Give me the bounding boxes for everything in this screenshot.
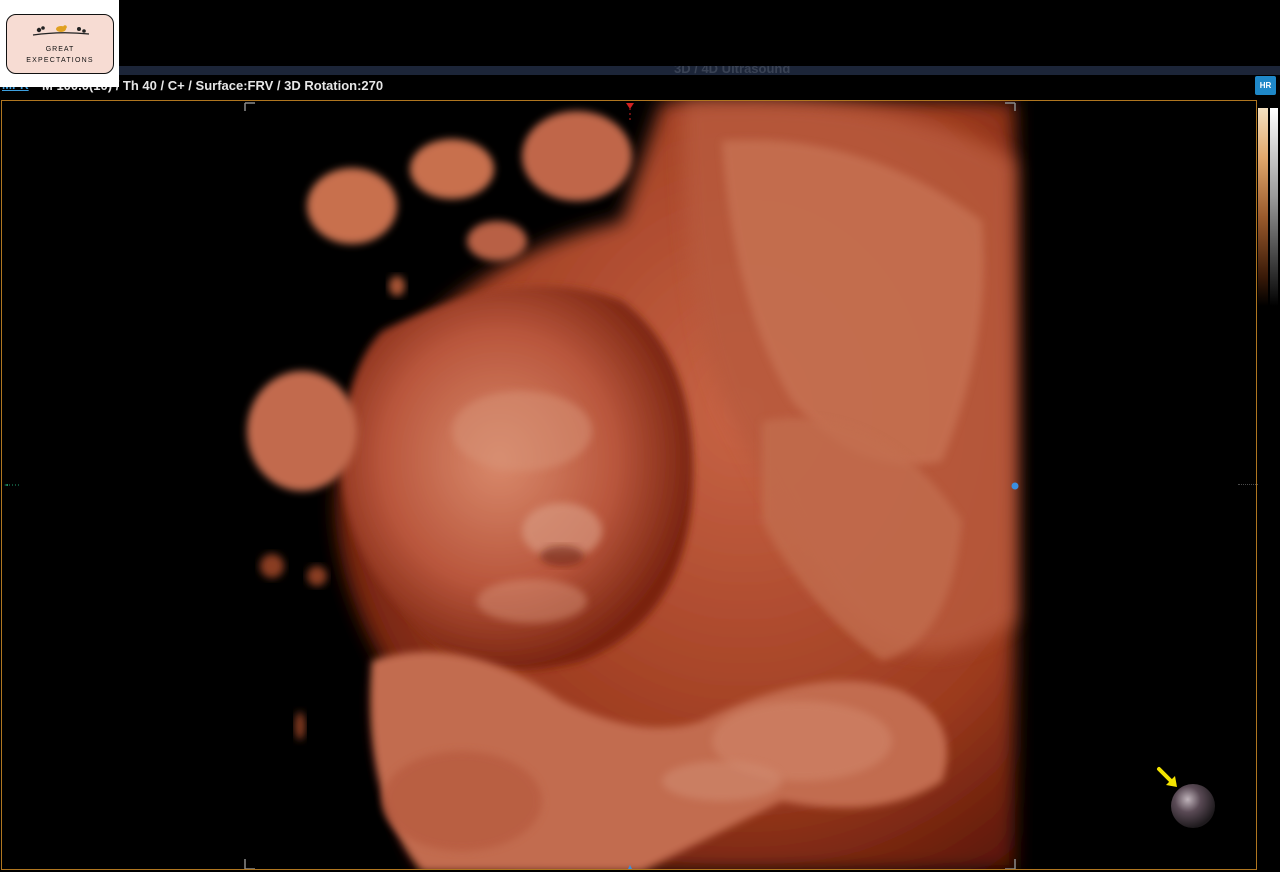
logo-badge: GREAT EXPECTATIONS (6, 14, 114, 74)
hr-zoom-button[interactable]: HR (1255, 76, 1276, 95)
logo-text-line1: GREAT (45, 46, 75, 53)
fetal-3d-render (244, 101, 1019, 869)
logo-text-line2: EXPECTATIONS (26, 57, 94, 64)
info-bar: MPR M 100.0(10) / Th 40 / C+ / Surface:F… (0, 78, 1250, 96)
orientation-sphere-icon[interactable] (1155, 765, 1219, 831)
branch-bird-icon (32, 25, 90, 36)
title-bar: 3D / 4D Ultrasound (119, 66, 1280, 75)
left-plane-marker (4, 484, 20, 486)
hr-zoom-icon: HR (1259, 81, 1272, 90)
gray-colorbar (1270, 108, 1278, 306)
logo: GREAT EXPECTATIONS (0, 0, 119, 87)
right-plane-marker (1238, 484, 1258, 487)
render-viewport[interactable] (1, 100, 1257, 870)
yellow-arrow-icon (1157, 767, 1177, 787)
render-colorbar (1258, 108, 1268, 306)
faded-title: 3D / 4D Ultrasound (674, 66, 791, 75)
